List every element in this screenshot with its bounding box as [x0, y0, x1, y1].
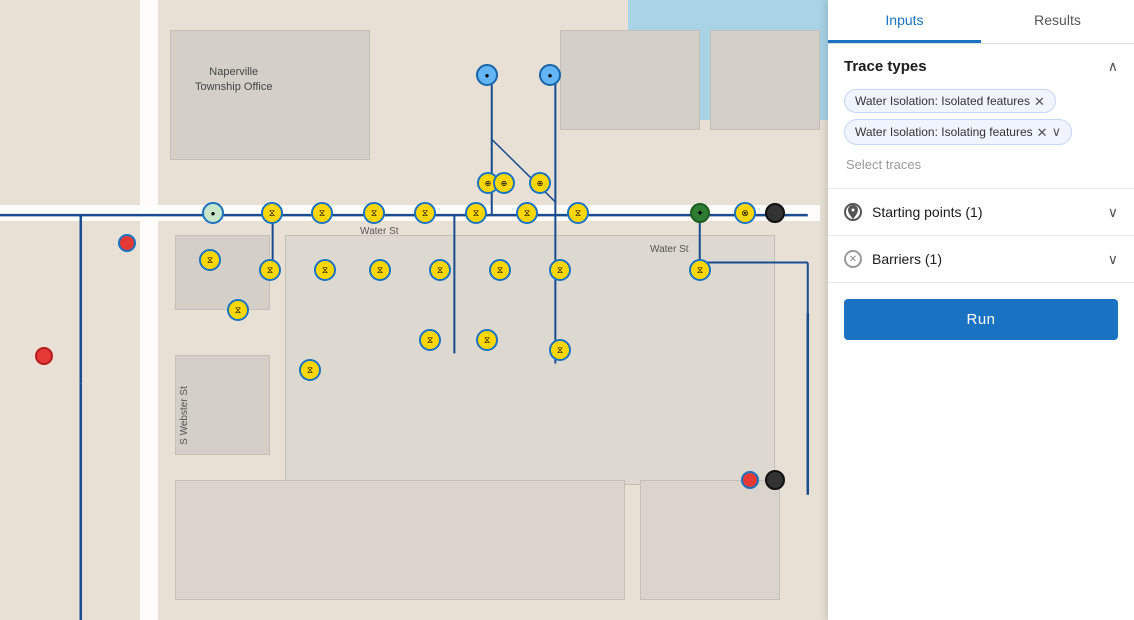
- node-black-2: ⊗: [734, 202, 756, 224]
- building-7: [640, 480, 780, 600]
- node-15: ⧖: [429, 259, 451, 281]
- starting-points-chevron-icon: ∨: [1108, 204, 1118, 221]
- barriers-header[interactable]: ✕ Barriers (1) ∨: [828, 236, 1134, 282]
- node-11: ⧖: [199, 249, 221, 271]
- node-22: ⧖: [549, 339, 571, 361]
- node-17: ⧖: [549, 259, 571, 281]
- node-8: ●: [202, 202, 224, 224]
- node-cluster-3: ⊕: [529, 172, 551, 194]
- tab-inputs[interactable]: Inputs: [828, 0, 981, 43]
- tag-container: Water Isolation: Isolated features ✕ Wat…: [844, 89, 1118, 145]
- street-label-water-1: Water St: [360, 226, 399, 237]
- starting-points-header[interactable]: Starting points (1) ∨: [828, 189, 1134, 235]
- panel-content: Trace types ∧ Water Isolation: Isolated …: [828, 44, 1134, 620]
- building-6: [175, 480, 625, 600]
- node-21: ⧖: [476, 329, 498, 351]
- barriers-section: ✕ Barriers (1) ∨: [828, 236, 1134, 283]
- trace-types-chevron-icon: ∧: [1108, 58, 1118, 75]
- road-v-left: [140, 0, 158, 620]
- node-13: ⧖: [314, 259, 336, 281]
- map-container[interactable]: Naperville Township Office ⧖ ⧖ ⧖ ⧖ ⧖ ⧖ ⧖…: [0, 0, 828, 620]
- node-1: ⧖: [261, 202, 283, 224]
- node-4: ⧖: [414, 202, 436, 224]
- node-9: ●: [476, 64, 498, 86]
- barriers-chevron-icon: ∨: [1108, 251, 1118, 268]
- node-black-3: [765, 470, 785, 490]
- trace-tag-2-label: Water Isolation: Isolating features: [855, 125, 1033, 139]
- node-19: ⧖: [227, 299, 249, 321]
- node-green: ✦: [690, 203, 710, 223]
- node-2: ⧖: [311, 202, 333, 224]
- node-black-1: [765, 203, 785, 223]
- node-16: ⧖: [489, 259, 511, 281]
- tab-results[interactable]: Results: [981, 0, 1134, 43]
- node-red-1: [118, 234, 136, 252]
- node-23: ⧖: [299, 359, 321, 381]
- trace-types-section: Trace types ∧ Water Isolation: Isolated …: [828, 44, 1134, 189]
- trace-types-content: Water Isolation: Isolated features ✕ Wat…: [828, 89, 1134, 188]
- trace-tag-2-expand[interactable]: ∨: [1052, 124, 1062, 140]
- node-3: ⧖: [363, 202, 385, 224]
- trace-tag-2: Water Isolation: Isolating features ✕ ∨: [844, 119, 1072, 145]
- building-8: [560, 30, 700, 130]
- node-20: ⧖: [419, 329, 441, 351]
- trace-tag-1-close[interactable]: ✕: [1034, 95, 1045, 108]
- trace-tag-1: Water Isolation: Isolated features ✕: [844, 89, 1056, 113]
- starting-points-icon: [844, 203, 862, 221]
- barriers-icon: ✕: [844, 250, 862, 268]
- node-14: ⧖: [369, 259, 391, 281]
- place-label: Naperville Township Office: [195, 65, 272, 96]
- node-5: ⧖: [465, 202, 487, 224]
- barriers-label: Barriers (1): [872, 251, 1098, 267]
- building-9: [710, 30, 820, 130]
- node-18: ⧖: [689, 259, 711, 281]
- starting-points-section: Starting points (1) ∨: [828, 189, 1134, 236]
- node-red-2: [35, 347, 53, 365]
- trace-tag-1-label: Water Isolation: Isolated features: [855, 94, 1030, 108]
- run-button[interactable]: Run: [844, 299, 1118, 340]
- node-6: ⧖: [516, 202, 538, 224]
- node-10: ●: [539, 64, 561, 86]
- starting-points-label: Starting points (1): [872, 204, 1098, 220]
- side-panel: Inputs Results Trace types ∧ Water Isola…: [828, 0, 1134, 620]
- street-label-water-2: Water St: [650, 244, 689, 255]
- run-button-container: Run: [828, 283, 1134, 356]
- node-7: ⧖: [567, 202, 589, 224]
- tabs-container: Inputs Results: [828, 0, 1134, 44]
- trace-types-title: Trace types: [844, 58, 927, 75]
- building-4: [175, 235, 270, 310]
- node-cluster-2: ⊕: [493, 172, 515, 194]
- trace-tag-2-close[interactable]: ✕: [1037, 126, 1048, 139]
- node-12: ⧖: [259, 259, 281, 281]
- trace-types-header[interactable]: Trace types ∧: [828, 44, 1134, 89]
- node-red-3: [741, 471, 759, 489]
- street-label-webster: S Webster St: [179, 386, 190, 445]
- select-traces-placeholder[interactable]: Select traces: [844, 153, 1118, 176]
